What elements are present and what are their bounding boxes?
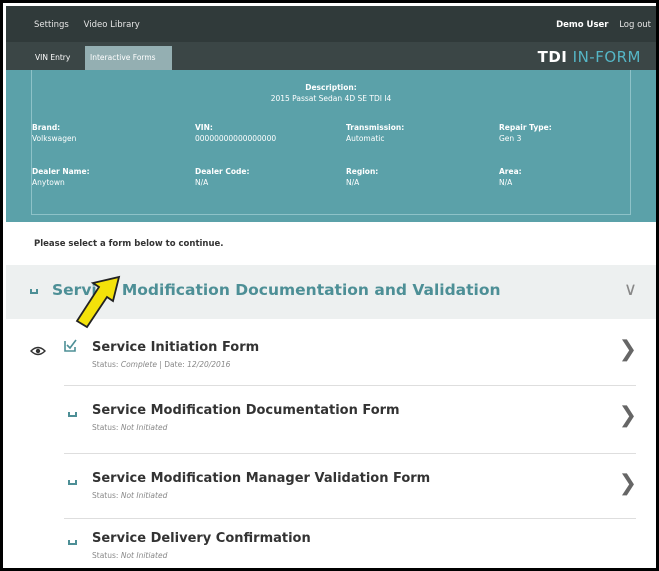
dealer-code-value: N/A <box>195 178 209 187</box>
window-frame: Settings Video Library Demo User Log out… <box>0 0 659 571</box>
form-icon <box>68 480 77 485</box>
dealer-name-field: Dealer Name: Anytown <box>32 167 90 187</box>
top-bar: Settings Video Library Demo User Log out <box>6 6 656 42</box>
brand-label: Brand: <box>32 123 61 132</box>
brand-part-2: IN-FORM <box>572 48 641 66</box>
video-library-link[interactable]: Video Library <box>84 20 140 30</box>
chevron-right-icon[interactable]: ❯ <box>619 337 637 362</box>
user-name[interactable]: Demo User <box>556 20 608 30</box>
status-prefix: Status: <box>92 551 119 560</box>
form-row-documentation[interactable]: Service Modification Documentation Form … <box>6 386 656 452</box>
region-value: N/A <box>346 178 360 187</box>
repair-type-value: Gen 3 <box>499 134 522 143</box>
transmission-field: Transmission: Automatic <box>346 123 404 143</box>
tab-vin-entry[interactable]: VIN Entry <box>30 46 82 70</box>
section-form-icon <box>30 289 38 294</box>
brand-part-1: TDI <box>537 48 568 66</box>
status-value: Not Initiated <box>120 423 168 432</box>
form-title: Service Modification Documentation Form <box>92 403 400 418</box>
checkmark-icon <box>64 339 77 352</box>
form-icon <box>68 540 77 545</box>
dealer-name-value: Anytown <box>32 178 65 187</box>
form-status: Status: Not Initiated <box>92 423 167 432</box>
repair-type-field: Repair Type: Gen 3 <box>499 123 552 143</box>
eye-icon[interactable] <box>30 346 46 356</box>
annotation-arrow <box>75 275 121 329</box>
form-status: Status: Complete | Date: 12/20/2016 <box>92 360 230 369</box>
vin-field: VIN: 00000000000000000 <box>195 123 276 143</box>
brand-value: Volkswagen <box>32 134 77 143</box>
form-title: Service Modification Manager Validation … <box>92 471 431 486</box>
form-icon <box>68 412 77 417</box>
settings-link[interactable]: Settings <box>34 20 69 30</box>
dealer-code-label: Dealer Code: <box>195 167 250 176</box>
status-value: Not Initiated <box>120 551 168 560</box>
chevron-right-icon[interactable]: ❯ <box>619 403 637 428</box>
dealer-code-field: Dealer Code: N/A <box>195 167 249 187</box>
region-label: Region: <box>346 167 379 176</box>
logout-link[interactable]: Log out <box>619 20 651 30</box>
area-field: Area: N/A <box>499 167 522 187</box>
vehicle-info-panel: Description: 2015 Passat Sedan 4D SE TDI… <box>6 70 656 222</box>
transmission-value: Automatic <box>346 134 385 143</box>
description-value: 2015 Passat Sedan 4D SE TDI I4 <box>270 94 392 103</box>
description-block: Description: 2015 Passat Sedan 4D SE TDI… <box>32 83 630 103</box>
form-title: Service Delivery Confirmation <box>92 531 311 546</box>
brand-field: Brand: Volkswagen <box>32 123 76 143</box>
status-prefix: Status: <box>92 360 119 369</box>
form-status: Status: Not Initiated <box>92 491 167 500</box>
region-field: Region: N/A <box>346 167 378 187</box>
chevron-right-icon[interactable]: ❯ <box>619 471 637 496</box>
tab-bar: VIN Entry Interactive Forms TDI IN-FORM <box>6 42 656 70</box>
status-value: Not Initiated <box>120 491 168 500</box>
status-prefix: Status: <box>92 491 119 500</box>
area-value: N/A <box>499 178 513 187</box>
form-row-manager-validation[interactable]: Service Modification Manager Validation … <box>6 454 656 520</box>
description-label: Description: <box>305 83 357 92</box>
repair-type-label: Repair Type: <box>499 123 552 132</box>
form-title: Service Initiation Form <box>92 340 260 355</box>
status-prefix: Status: <box>92 423 119 432</box>
brand-logo: TDI IN-FORM <box>538 48 641 66</box>
form-status: Status: Not Initiated <box>92 551 167 560</box>
date-prefix: | Date: <box>159 360 185 369</box>
vin-label: VIN: <box>195 123 213 132</box>
chevron-down-icon[interactable]: ∨ <box>624 279 637 300</box>
dealer-name-label: Dealer Name: <box>32 167 90 176</box>
transmission-label: Transmission: <box>346 123 405 132</box>
area-label: Area: <box>499 167 522 176</box>
status-value: Complete <box>120 360 157 369</box>
vin-value: 00000000000000000 <box>195 134 277 143</box>
tab-interactive-forms[interactable]: Interactive Forms <box>85 46 172 70</box>
date-value: 12/20/2016 <box>187 360 231 369</box>
form-row-delivery-confirmation[interactable]: Service Delivery Confirmation Status: No… <box>6 519 656 568</box>
select-form-prompt: Please select a form below to continue. <box>34 239 224 249</box>
